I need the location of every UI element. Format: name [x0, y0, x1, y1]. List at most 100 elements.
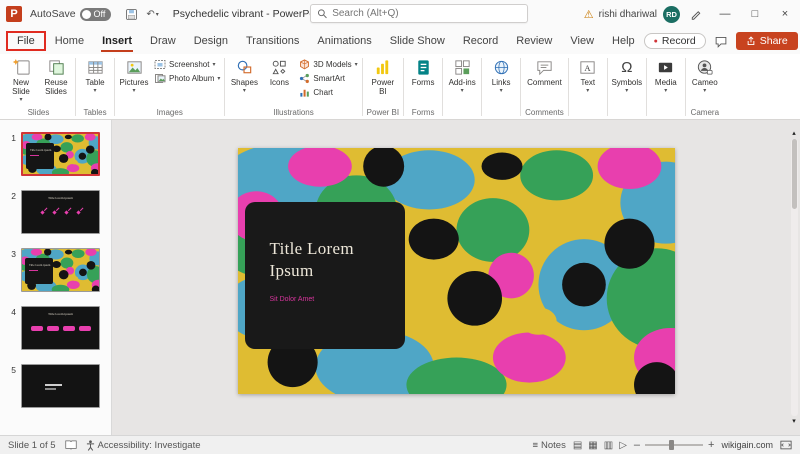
slide-thumbnail-5[interactable] [21, 364, 100, 408]
autosave-switch[interactable]: Off [79, 7, 112, 21]
autosave-toggle[interactable]: AutoSave Off [30, 7, 112, 21]
notes-label: Notes [541, 439, 566, 451]
group-separator [567, 58, 569, 116]
ribbon-group-images: Pictures ▾ Screenshot ▾ Photo Album ▾ Im… [117, 55, 222, 119]
media-button[interactable]: Media ▾ [649, 57, 683, 95]
thumbnail-content: Title lorem ipsum [22, 191, 99, 233]
save-button[interactable] [121, 6, 142, 23]
tab-help[interactable]: Help [603, 31, 644, 51]
ribbon-group-camera: Cameo ▾ Camera [688, 55, 722, 119]
thumbnail-title: Title lorem ipsum [30, 148, 52, 152]
tab-view[interactable]: View [561, 31, 603, 51]
thumbnail-row: 4 Title lorem ipsum [6, 306, 105, 350]
pen-button[interactable] [690, 8, 702, 20]
close-button[interactable]: × [770, 0, 800, 28]
group-label-power-bi: Power BI [366, 108, 400, 117]
tab-insert[interactable]: Insert [93, 31, 141, 52]
icons-button[interactable]: Icons [262, 57, 296, 88]
thumbnail-content [22, 365, 99, 407]
record-button[interactable]: ● Record [643, 33, 706, 49]
search-box[interactable] [310, 4, 528, 23]
scroll-down-icon[interactable]: ▾ [792, 418, 796, 425]
slide-thumbnail-3[interactable]: Title lorem ipsum [21, 248, 100, 292]
tab-animations[interactable]: Animations [308, 31, 380, 51]
zoom-slider-thumb[interactable] [669, 440, 675, 450]
button-label: Pictures [119, 78, 149, 87]
comment-button[interactable]: Comment [524, 57, 564, 88]
group-separator [442, 58, 444, 116]
tab-home[interactable]: Home [46, 31, 93, 51]
tab-record[interactable]: Record [454, 31, 507, 51]
links-button[interactable]: Links ▾ [484, 57, 518, 95]
ribbon-group-tables: Table ▾ Tables [78, 55, 112, 119]
slide-thumbnail-4[interactable]: Title lorem ipsum [21, 306, 100, 350]
slide-title[interactable]: Title Lorem Ipsum [270, 238, 393, 283]
slideshow-view-button[interactable]: ▷ [619, 440, 627, 451]
vertical-scrollbar[interactable]: ▴ ▾ [789, 130, 799, 425]
pen-icon [691, 11, 701, 20]
new-slide-button[interactable]: New Slide ▾ [4, 57, 38, 104]
zoom-control: – + [634, 439, 715, 451]
undo-button[interactable]: ↶ ▾ [142, 7, 162, 22]
spelling-book-icon[interactable] [64, 440, 77, 450]
tab-review[interactable]: Review [507, 31, 561, 51]
photo-album-icon [155, 74, 166, 83]
slide-title-box[interactable]: Title Lorem Ipsum Sit Dolor Amet [244, 202, 405, 349]
cameo-button[interactable]: Cameo ▾ [688, 57, 722, 95]
slide-thumbnail-2[interactable]: Title lorem ipsum [21, 190, 100, 234]
3d-models-button[interactable]: 3D Models ▾ [297, 58, 359, 71]
undo-icon: ↶ [146, 8, 155, 20]
slide-thumbnail-1[interactable]: Title lorem ipsum [21, 132, 100, 176]
user-name[interactable]: rishi dhariwal [599, 9, 657, 20]
scroll-up-icon[interactable]: ▴ [792, 130, 796, 137]
smartart-button[interactable]: SmartArt [297, 72, 347, 85]
tab-slide-show[interactable]: Slide Show [381, 31, 454, 51]
zoom-slider[interactable] [645, 440, 704, 450]
zoom-out-button[interactable]: – [634, 439, 640, 451]
tab-design[interactable]: Design [185, 31, 237, 51]
chart-button[interactable]: Chart [297, 86, 335, 99]
notes-button[interactable]: ≡ Notes [532, 440, 565, 451]
accessibility-status[interactable]: Accessibility: Investigate [86, 440, 201, 451]
slide-sorter-view-button[interactable]: ▦ [588, 440, 597, 451]
avatar[interactable]: RD [663, 5, 680, 23]
reading-view-button[interactable]: ▥ [604, 440, 613, 451]
text-box-icon: A [580, 61, 595, 74]
reuse-slides-button[interactable]: Reuse Slides [39, 57, 73, 97]
zoom-in-button[interactable]: + [708, 439, 714, 451]
text-button[interactable]: A Text ▾ [571, 57, 605, 95]
ribbon-group-media: Media ▾ [649, 55, 683, 119]
minimize-button[interactable]: — [710, 0, 740, 28]
scrollbar-thumb[interactable] [791, 139, 797, 209]
symbols-button[interactable]: Ω Symbols ▾ [610, 57, 644, 95]
slide-subtitle[interactable]: Sit Dolor Amet [270, 296, 393, 303]
share-button[interactable]: Share [735, 32, 798, 50]
power-bi-button[interactable]: Power BI [366, 57, 400, 97]
media-icon [659, 62, 673, 73]
tab-draw[interactable]: Draw [141, 31, 185, 51]
search-input[interactable] [332, 8, 521, 19]
ribbon-insert: New Slide ▾ Reuse Slides Slides Table ▾ [0, 54, 800, 120]
slide-canvas[interactable]: Title Lorem Ipsum Sit Dolor Amet [237, 148, 675, 394]
normal-view-button[interactable]: ▤ [573, 440, 582, 451]
comment-icon [537, 61, 552, 76]
group-label-slides: Slides [27, 108, 50, 117]
view-switcher: ▤ ▦ ▥ ▷ [573, 440, 627, 451]
forms-button[interactable]: Forms [406, 57, 440, 88]
shapes-button[interactable]: Shapes ▾ [227, 57, 261, 95]
maximize-button[interactable]: □ [740, 0, 770, 28]
button-label: Power BI [371, 78, 395, 97]
button-label: Icons [269, 78, 289, 87]
scrollbar-track[interactable] [790, 139, 798, 416]
photo-album-button[interactable]: Photo Album ▾ [152, 72, 222, 85]
tab-transitions[interactable]: Transitions [237, 31, 308, 51]
pictures-button[interactable]: Pictures ▾ [117, 57, 151, 95]
power-bi-icon [377, 60, 389, 75]
fit-slide-button[interactable] [780, 440, 792, 450]
button-label: Cameo [691, 78, 718, 87]
add-ins-button[interactable]: Add-ins ▾ [445, 57, 479, 95]
comments-button[interactable] [714, 35, 728, 48]
table-button[interactable]: Table ▾ [78, 57, 112, 95]
screenshot-button[interactable]: Screenshot ▾ [152, 58, 217, 71]
tab-file[interactable]: File [6, 31, 46, 51]
